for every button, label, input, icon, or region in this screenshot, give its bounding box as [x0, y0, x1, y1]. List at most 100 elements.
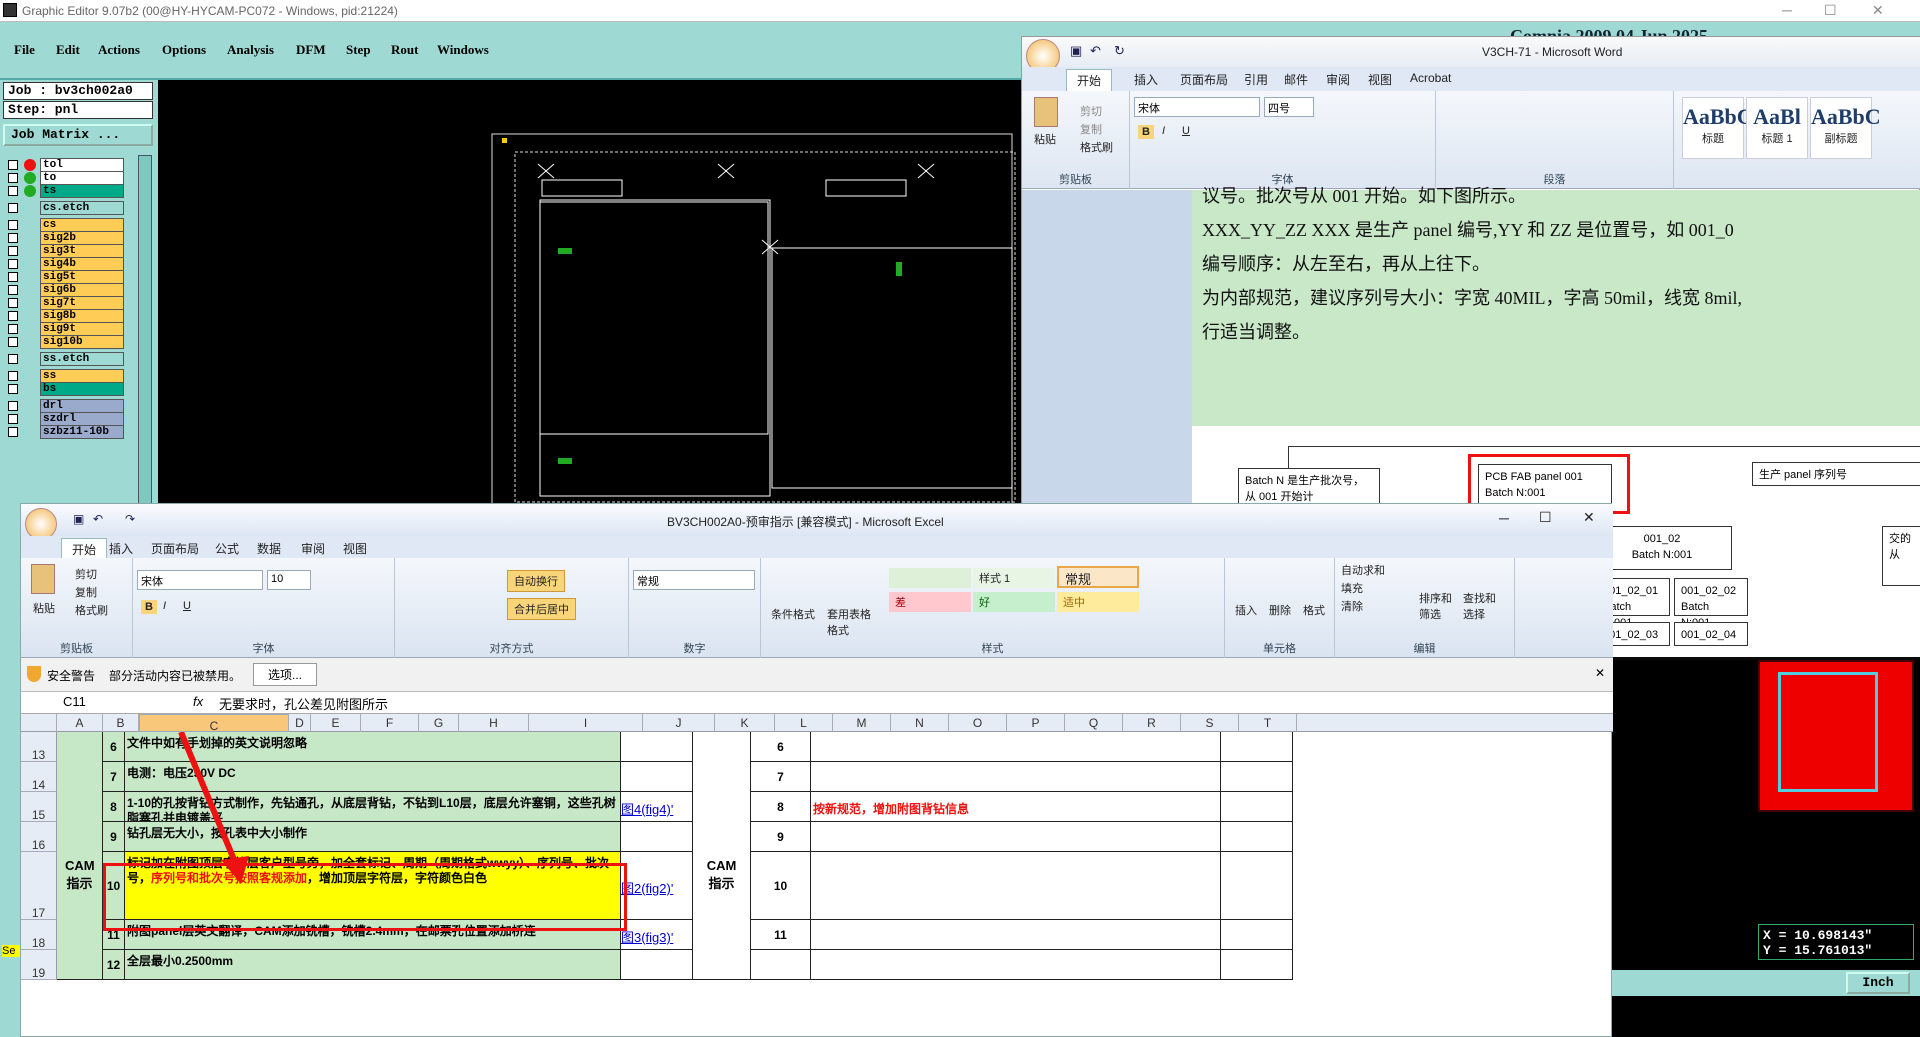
find-select-button[interactable]: 查找和选择 — [1463, 590, 1503, 622]
paste-button[interactable]: 粘贴 — [1034, 131, 1056, 147]
style-heading[interactable]: AaBbC 标题 — [1682, 97, 1753, 159]
row-number-cell[interactable]: 10 — [751, 852, 811, 920]
layer-row-sig6b[interactable]: sig6b — [4, 283, 124, 297]
layer-checkbox[interactable] — [8, 298, 18, 308]
column-header-H[interactable]: H — [459, 714, 529, 732]
tab-5[interactable]: 审阅 — [1326, 71, 1350, 88]
row-number-cell[interactable]: 7 — [103, 762, 125, 792]
security-options-button[interactable]: 选项... — [253, 663, 318, 686]
job-matrix-button[interactable]: Job Matrix ... — [3, 124, 153, 146]
menu-step[interactable]: Step — [346, 42, 371, 58]
link-cell[interactable] — [621, 822, 693, 852]
column-header-N[interactable]: N — [891, 714, 949, 732]
formula-input[interactable]: 无要求时，孔公差见附图所示 — [219, 694, 388, 713]
row-number-cell[interactable]: 6 — [751, 732, 811, 762]
row-number-cell[interactable]: 11 — [751, 920, 811, 950]
style-1[interactable]: 样式 1 — [973, 568, 1055, 588]
style-good[interactable]: 好 — [973, 592, 1055, 612]
column-header-T[interactable]: T — [1239, 714, 1297, 732]
font-size-select[interactable]: 四号 — [1264, 97, 1314, 117]
column-header-M[interactable]: M — [833, 714, 891, 732]
column-header-A[interactable]: A — [57, 714, 103, 732]
column-header-E[interactable]: E — [311, 714, 361, 732]
instruction-cell[interactable]: 附图panel层英文翻译，CAM添加铣槽，铣槽2.4mm，在邮票孔位置添加桥连 — [125, 920, 621, 950]
job-field[interactable]: Job : bv3ch002a0 — [3, 82, 153, 100]
column-header-O[interactable]: O — [949, 714, 1007, 732]
layer-checkbox[interactable] — [8, 371, 18, 381]
paste-button[interactable]: 粘贴 — [33, 600, 55, 616]
column-header-I[interactable]: I — [529, 714, 643, 732]
layer-checkbox[interactable] — [8, 259, 18, 269]
note-cell[interactable] — [811, 852, 1221, 920]
layer-row-tol[interactable]: tol — [4, 158, 124, 172]
menu-windows[interactable]: Windows — [437, 42, 489, 58]
layer-row-sig10b[interactable]: sig10b — [4, 335, 124, 349]
row-number-cell[interactable]: 11 — [103, 920, 125, 950]
row-header[interactable]: 14 — [21, 762, 57, 792]
row-number-cell[interactable]: 9 — [751, 822, 811, 852]
column-header-G[interactable]: G — [419, 714, 459, 732]
sort-filter-button[interactable]: 排序和筛选 — [1419, 590, 1459, 622]
redo-icon[interactable]: ↻ — [1114, 43, 1125, 59]
copy-button[interactable]: 复制 — [75, 584, 97, 600]
tab-3[interactable]: 引用 — [1244, 71, 1268, 88]
minimap[interactable] — [1758, 660, 1914, 812]
format-table-button[interactable]: 套用表格格式 — [827, 606, 871, 638]
paste-icon[interactable] — [1034, 97, 1058, 127]
menu-actions[interactable]: Actions — [98, 42, 140, 58]
layer-row-sig4b[interactable]: sig4b — [4, 257, 124, 271]
row-number-cell[interactable]: 10 — [103, 852, 125, 920]
close-icon[interactable]: ✕ — [1872, 2, 1884, 19]
tab-6[interactable]: 视图 — [343, 540, 367, 557]
wrap-text-button[interactable]: 自动换行 — [507, 570, 565, 592]
layer-checkbox[interactable] — [8, 337, 18, 347]
bold-button[interactable]: B — [141, 600, 157, 614]
tab-7[interactable]: Acrobat — [1410, 71, 1451, 85]
clear-button[interactable]: 清除 — [1341, 598, 1363, 614]
note-cell[interactable]: 按新规范，增加附图背钻信息 — [811, 792, 1221, 822]
layer-checkbox[interactable] — [8, 220, 18, 230]
layer-row-drl[interactable]: drl — [4, 399, 124, 413]
menu-file[interactable]: File — [14, 42, 35, 58]
menu-rout[interactable]: Rout — [391, 42, 418, 58]
tab-1[interactable]: 插入 — [1134, 71, 1158, 88]
column-header-F[interactable]: F — [361, 714, 419, 732]
layer-checkbox[interactable] — [8, 203, 18, 213]
bold-button[interactable]: B — [1138, 125, 1154, 139]
row-header[interactable]: 18 — [21, 920, 57, 950]
name-box[interactable]: C11 — [25, 694, 145, 712]
layer-checkbox[interactable] — [8, 233, 18, 243]
units-button[interactable]: Inch — [1846, 972, 1910, 994]
layer-row-ss.etch[interactable]: ss.etch — [4, 352, 124, 366]
row-header[interactable]: 13 — [21, 732, 57, 762]
copy-button[interactable]: 复制 — [1080, 121, 1102, 137]
row-number-cell[interactable]: 9 — [103, 822, 125, 852]
cut-button[interactable]: 剪切 — [1080, 103, 1102, 119]
layer-row-to[interactable]: to — [4, 171, 124, 185]
layer-checkbox[interactable] — [8, 354, 18, 364]
layer-row-sig2b[interactable]: sig2b — [4, 231, 124, 245]
redo-icon[interactable]: ↷ — [125, 512, 135, 526]
column-header-L[interactable]: L — [775, 714, 833, 732]
undo-icon[interactable]: ↶ — [1090, 43, 1101, 59]
layer-checkbox[interactable] — [8, 384, 18, 394]
layer-row-sig9t[interactable]: sig9t — [4, 322, 124, 336]
tab-2[interactable]: 页面布局 — [1180, 71, 1228, 88]
layer-row-sig8b[interactable]: sig8b — [4, 309, 124, 323]
save-icon[interactable]: ▣ — [73, 512, 84, 526]
layer-row-ss[interactable]: ss — [4, 369, 124, 383]
tab-6[interactable]: 视图 — [1368, 71, 1392, 88]
tab-5[interactable]: 审阅 — [301, 540, 325, 557]
link-cell[interactable]: 图2(fig2)' — [621, 852, 693, 920]
font-size-select[interactable]: 10 — [267, 570, 311, 590]
link-cell[interactable] — [621, 732, 693, 762]
step-field[interactable]: Step: pnl — [3, 101, 153, 119]
paste-icon[interactable] — [31, 564, 55, 594]
layer-checkbox[interactable] — [8, 246, 18, 256]
note-cell[interactable] — [811, 822, 1221, 852]
close-icon[interactable]: ✕ — [1583, 509, 1595, 526]
number-format-select[interactable]: 常规 — [633, 570, 755, 590]
row-number-cell[interactable] — [751, 950, 811, 980]
layer-checkbox[interactable] — [8, 272, 18, 282]
style-heading-1[interactable]: AaBl 标题 1 — [1746, 97, 1808, 159]
